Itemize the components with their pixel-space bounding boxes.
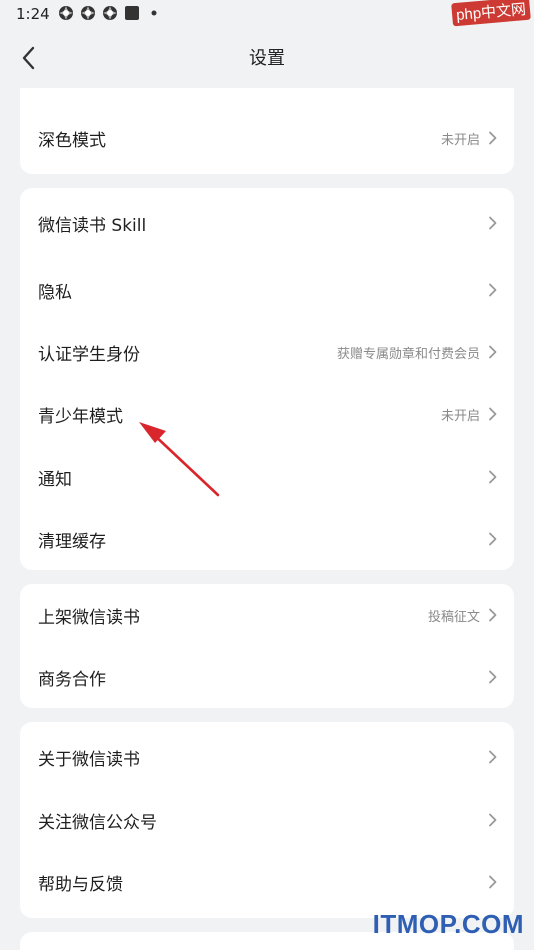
row-label: 认证学生身份 (38, 344, 140, 365)
row-label: 帮助与反馈 (38, 874, 123, 895)
settings-group-about: 关于微信读书 关注微信公众号 帮助与反馈 (20, 722, 514, 918)
chevron-right-icon (489, 470, 497, 484)
row-label: 关于微信读书 (38, 749, 140, 770)
row-privacy[interactable]: 隐私 (20, 259, 514, 321)
watermark-bottom: ITMOP.COM (372, 909, 524, 939)
row-dark-mode[interactable]: 深色模式 未开启 (20, 107, 514, 169)
row-value: 未开启 (440, 132, 480, 148)
row-teen-mode[interactable]: 青少年模式 未开启 (20, 383, 514, 445)
chevron-right-icon (489, 750, 497, 764)
row-label: 关注微信公众号 (38, 812, 157, 833)
row-label: 上架微信读书 (38, 607, 140, 628)
page-title: 设置 (249, 48, 285, 69)
app-icon (81, 6, 95, 20)
row-help[interactable]: 帮助与反馈 (20, 851, 514, 913)
row-value: 获赠专属勋章和付费会员 (336, 346, 480, 362)
chevron-right-icon (489, 532, 497, 546)
row-student-verify[interactable]: 认证学生身份 获赠专属勋章和付费会员 (20, 321, 514, 383)
row-label: 深色模式 (38, 130, 106, 151)
row-publish[interactable]: 上架微信读书 投稿征文 (20, 584, 514, 646)
chevron-right-icon (489, 670, 497, 684)
app-icon (103, 6, 117, 20)
row-clear-cache[interactable]: 清理缓存 (20, 508, 514, 570)
chevron-right-icon (489, 283, 497, 297)
status-icons (58, 5, 162, 21)
row-label: 青少年模式 (38, 406, 123, 427)
row-label: 隐私 (38, 282, 72, 303)
chevron-right-icon (489, 407, 497, 421)
chevron-right-icon (489, 216, 497, 230)
status-bar: 1:24 php中文网 (0, 0, 534, 28)
chevron-right-icon (489, 345, 497, 359)
settings-group-general: 微信读书 Skill 隐私 认证学生身份 获赠专属勋章和付费会员 青少年模式 未… (20, 188, 514, 570)
chevron-right-icon (489, 131, 497, 145)
row-follow-official[interactable]: 关注微信公众号 (20, 789, 514, 851)
app-icon (59, 6, 73, 20)
row-label: 通知 (38, 469, 72, 490)
nav-bar: 设置 (0, 28, 534, 88)
dot-icon (151, 10, 157, 16)
settings-group-business: 上架微信读书 投稿征文 商务合作 (20, 584, 514, 708)
row-label: 清理缓存 (38, 531, 106, 552)
row-skill[interactable]: 微信读书 Skill (20, 192, 514, 254)
row-label: 商务合作 (38, 669, 106, 690)
row-label: 微信读书 Skill (38, 215, 147, 236)
watermark-top: php中文网 (451, 0, 531, 27)
status-time: 1:24 (16, 5, 50, 23)
row-notifications[interactable]: 通知 (20, 446, 514, 508)
row-business[interactable]: 商务合作 (20, 646, 514, 708)
chevron-right-icon (489, 608, 497, 622)
settings-group-display: 深色模式 未开启 (20, 88, 514, 174)
row-about[interactable]: 关于微信读书 (20, 726, 514, 788)
row-value: 投稿征文 (427, 609, 480, 625)
chevron-right-icon (489, 875, 497, 889)
chevron-right-icon (489, 813, 497, 827)
row-value: 未开启 (440, 408, 480, 424)
square-icon (125, 6, 139, 20)
